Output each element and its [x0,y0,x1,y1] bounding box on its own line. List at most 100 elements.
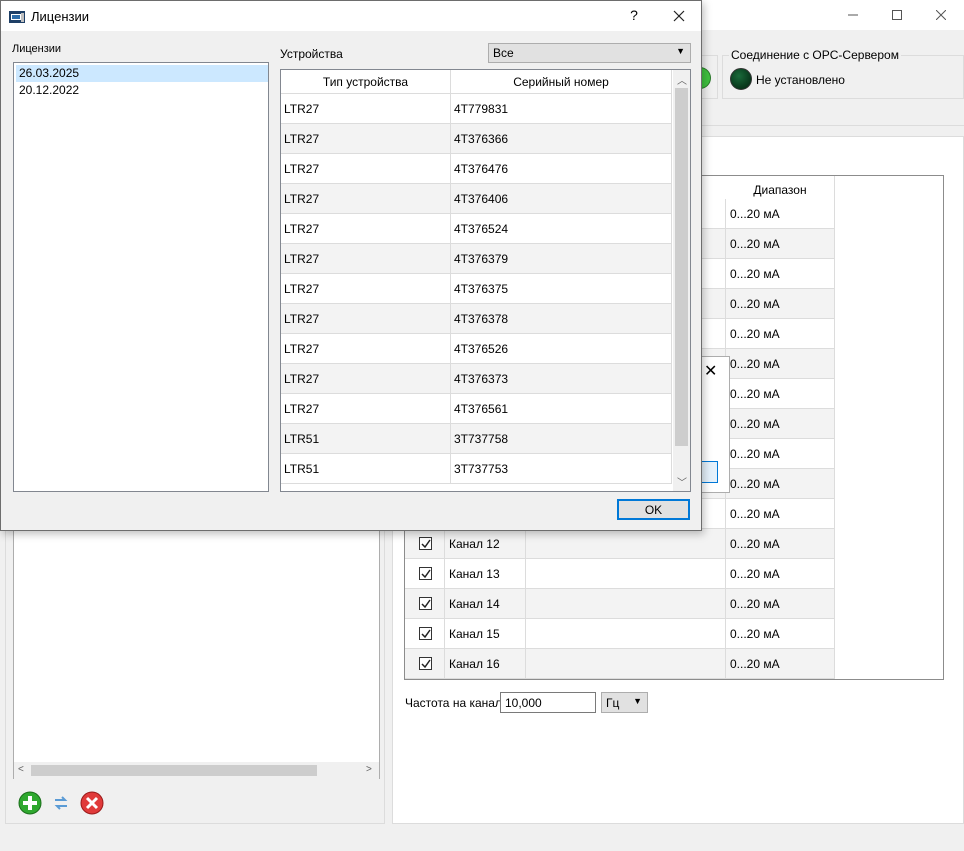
channel-checkbox-cell [405,649,445,679]
table-row[interactable]: LTR27 4T779831 [281,94,672,124]
minimize-button[interactable] [830,0,876,30]
channel-range-cell[interactable]: 0...20 мА [726,589,835,619]
licenses-dialog: Лицензии ? Лицензии 26.03.2025 20.12.2022… [0,0,702,531]
opc-group-title: Соединение с OPC-Сервером [729,48,901,62]
device-serial-cell: 4T376526 [451,334,672,364]
chevron-down-icon: ▼ [676,46,685,56]
device-serial-cell: 4T376378 [451,304,672,334]
channel-description-cell [526,529,726,559]
table-row[interactable]: LTR27 4T376561 [281,394,672,424]
table-row[interactable]: LTR51 3T737753 [281,454,672,484]
table-row[interactable]: LTR27 4T376526 [281,334,672,364]
dialog-close-button[interactable] [665,5,693,27]
channel-range-cell[interactable]: 0...20 мА [726,469,835,499]
device-type-cell: LTR27 [281,394,451,424]
background-dialog: ✕ [690,356,730,493]
frequency-input[interactable] [500,692,596,713]
minimize-icon [848,14,858,16]
channel-checkbox[interactable] [419,537,432,550]
chevron-down-icon: ▼ [633,696,642,706]
channel-range-cell[interactable]: 0...20 мА [726,379,835,409]
scroll-right-icon[interactable]: > [366,764,372,775]
close-icon[interactable]: ✕ [704,361,717,381]
table-row[interactable]: LTR27 4T376373 [281,364,672,394]
table-row[interactable]: LTR27 4T376476 [281,154,672,184]
channel-checkbox[interactable] [419,597,432,610]
help-button[interactable]: ? [623,7,645,23]
channel-row[interactable]: Канал 14 0...20 мА [405,589,835,619]
ok-button[interactable]: OK [617,499,690,520]
channel-range-cell[interactable]: 0...20 мА [726,499,835,529]
dialog-title: Лицензии [31,9,89,24]
table-row[interactable]: LTR51 3T737758 [281,424,672,454]
device-type-cell: LTR27 [281,94,451,124]
channel-checkbox-cell [405,559,445,589]
license-item[interactable]: 20.12.2022 [16,82,268,99]
device-type-cell: LTR27 [281,304,451,334]
channel-checkbox[interactable] [419,567,432,580]
channel-checkbox[interactable] [419,657,432,670]
channel-name-cell: Канал 13 [445,559,526,589]
license-item[interactable]: 26.03.2025 [16,65,268,82]
scrollbar-thumb[interactable] [31,765,317,776]
device-type-cell: LTR27 [281,274,451,304]
channel-range-cell[interactable]: 0...20 мА [726,289,835,319]
add-button[interactable] [18,791,42,815]
table-row[interactable]: LTR27 4T376378 [281,304,672,334]
channel-description-cell [526,649,726,679]
channel-range-cell[interactable]: 0...20 мА [726,439,835,469]
frequency-label: Частота на канал [405,696,502,710]
channel-range-cell[interactable]: 0...20 мА [726,349,835,379]
frequency-unit-select[interactable]: Гц ▼ [601,692,648,713]
swap-button[interactable] [49,791,73,815]
devices-label: Устройства [280,47,343,61]
channel-checkbox[interactable] [419,627,432,640]
channel-range-cell[interactable]: 0...20 мА [726,319,835,349]
delete-button[interactable] [80,791,104,815]
column-header-type[interactable]: Тип устройства [281,70,451,94]
close-button[interactable] [918,0,964,30]
channel-range-cell[interactable]: 0...20 мА [726,409,835,439]
channel-range-cell[interactable]: 0...20 мА [726,229,835,259]
horizontal-scrollbar[interactable]: < > [14,762,379,779]
scroll-down-icon[interactable]: ﹀ [677,474,687,489]
table-row[interactable]: LTR27 4T376524 [281,214,672,244]
channel-row[interactable]: Канал 15 0...20 мА [405,619,835,649]
table-row[interactable]: LTR27 4T376406 [281,184,672,214]
channel-row[interactable]: Канал 16 0...20 мА [405,649,835,679]
channel-name-cell: Канал 15 [445,619,526,649]
channel-range-cell[interactable]: 0...20 мА [726,199,835,229]
channel-range-cell[interactable]: 0...20 мА [726,559,835,589]
opc-status-led [730,68,752,90]
table-row[interactable]: LTR27 4T376379 [281,244,672,274]
table-row[interactable]: LTR27 4T376375 [281,274,672,304]
channel-range-cell[interactable]: 0...20 мА [726,619,835,649]
device-type-cell: LTR27 [281,214,451,244]
left-list[interactable] [13,531,380,779]
channel-range-cell[interactable]: 0...20 мА [726,529,835,559]
channel-row[interactable]: Канал 12 0...20 мА [405,529,835,559]
licenses-list[interactable]: 26.03.2025 20.12.2022 [13,62,269,492]
channel-range-cell[interactable]: 0...20 мА [726,649,835,679]
device-serial-cell: 3T737753 [451,454,672,484]
scrollbar-thumb[interactable] [675,88,688,446]
scroll-left-icon[interactable]: < [18,764,24,775]
channel-row[interactable]: Канал 13 0...20 мА [405,559,835,589]
table-row[interactable]: LTR27 4T376366 [281,124,672,154]
dialog-titlebar: Лицензии ? [1,1,701,31]
channel-range-cell[interactable]: 0...20 мА [726,259,835,289]
swap-arrows-icon [54,796,68,810]
vertical-scrollbar[interactable]: ︿ ﹀ [673,70,690,491]
device-serial-cell: 4T779831 [451,94,672,124]
device-serial-cell: 4T376375 [451,274,672,304]
devices-filter-select[interactable]: Все ▼ [488,43,691,63]
scroll-up-icon[interactable]: ︿ [677,72,687,87]
channel-name-cell: Канал 16 [445,649,526,679]
column-header-serial[interactable]: Серийный номер [451,70,672,94]
device-serial-cell: 4T376524 [451,214,672,244]
licenses-label: Лицензии [12,43,62,55]
opc-status-text: Не установлено [756,73,845,87]
channel-description-cell [526,559,726,589]
maximize-button[interactable] [874,0,920,30]
device-type-cell: LTR27 [281,154,451,184]
